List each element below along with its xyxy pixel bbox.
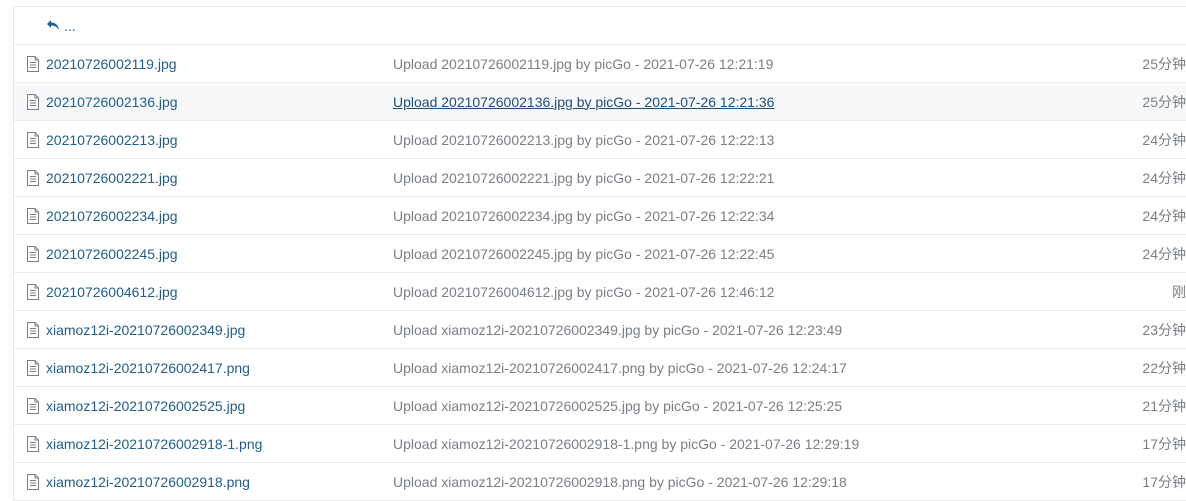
commit-message-link[interactable]: Upload 20210726004612.jpg by picGo - 202… [393,284,774,300]
file-name-cell: 20210726002119.jpg [26,55,386,72]
file-name-cell: 20210726002213.jpg [26,131,386,148]
file-text-icon [26,435,40,452]
commit-age: 25分钟 [1142,55,1186,72]
file-name-link[interactable]: 20210726002245.jpg [46,246,178,262]
commit-age: 24分钟 [1142,207,1186,224]
file-list: ... 20210726002119.jpg Upload 2021072600… [13,6,1186,501]
file-row[interactable]: xiamoz12i-20210726002525.jpg Upload xiam… [14,387,1186,425]
commit-age: 24分钟 [1142,169,1186,186]
file-name-link[interactable]: xiamoz12i-20210726002349.jpg [46,322,245,338]
file-text-icon [26,321,40,338]
commit-message-cell: Upload 20210726004612.jpg by picGo - 202… [393,284,1093,300]
commit-message-link[interactable]: Upload 20210726002221.jpg by picGo - 202… [393,170,774,186]
file-name-link[interactable]: xiamoz12i-20210726002918-1.png [46,436,262,452]
file-name-link[interactable]: xiamoz12i-20210726002918.png [46,474,250,490]
parent-directory-link[interactable]: ... [46,18,76,34]
file-name-link[interactable]: xiamoz12i-20210726002417.png [46,360,250,376]
file-row[interactable]: 20210726002213.jpg Upload 20210726002213… [14,121,1186,159]
file-name-cell: 20210726002221.jpg [26,169,386,186]
file-name-cell: 20210726002245.jpg [26,245,386,262]
file-name-link[interactable]: 20210726002119.jpg [46,56,177,72]
file-name-cell: xiamoz12i-20210726002918-1.png [26,435,386,452]
file-row[interactable]: 20210726002245.jpg Upload 20210726002245… [14,235,1186,273]
file-name-cell: 20210726004612.jpg [26,283,386,300]
commit-message-cell: Upload 20210726002136.jpg by picGo - 202… [393,94,1093,110]
file-row[interactable]: xiamoz12i-20210726002918.png Upload xiam… [14,463,1186,501]
commit-age: 23分钟 [1142,321,1186,338]
commit-message-link[interactable]: Upload xiamoz12i-20210726002918-1.png by… [393,436,859,452]
file-row[interactable]: xiamoz12i-20210726002417.png Upload xiam… [14,349,1186,387]
commit-message-link[interactable]: Upload 20210726002119.jpg by picGo - 202… [393,56,773,72]
file-row[interactable]: 20210726002221.jpg Upload 20210726002221… [14,159,1186,197]
commit-age: 17分钟 [1142,473,1186,490]
file-text-icon [26,207,40,224]
file-row[interactable]: 20210726002234.jpg Upload 20210726002234… [14,197,1186,235]
commit-message-link[interactable]: Upload 20210726002136.jpg by picGo - 202… [393,94,774,110]
file-text-icon [26,397,40,414]
commit-message-cell: Upload 20210726002221.jpg by picGo - 202… [393,170,1093,186]
file-name-link[interactable]: 20210726002136.jpg [46,94,178,110]
file-name-cell: xiamoz12i-20210726002525.jpg [26,397,386,414]
commit-message-link[interactable]: Upload xiamoz12i-20210726002525.jpg by p… [393,398,842,414]
file-text-icon [26,131,40,148]
file-name-cell: xiamoz12i-20210726002918.png [26,473,386,490]
commit-message-link[interactable]: Upload xiamoz12i-20210726002918.png by p… [393,474,847,490]
commit-message-cell: Upload xiamoz12i-20210726002918.png by p… [393,474,1093,490]
commit-message-link[interactable]: Upload xiamoz12i-20210726002349.jpg by p… [393,322,842,338]
file-text-icon [26,55,40,72]
file-name-link[interactable]: 20210726004612.jpg [46,284,178,300]
commit-age: 17分钟 [1142,435,1186,452]
file-text-icon [26,245,40,262]
file-name-cell: 20210726002136.jpg [26,93,386,110]
file-text-icon [26,473,40,490]
commit-message-cell: Upload xiamoz12i-20210726002525.jpg by p… [393,398,1093,414]
commit-age: 24分钟 [1142,131,1186,148]
file-text-icon [26,93,40,110]
file-row[interactable]: xiamoz12i-20210726002349.jpg Upload xiam… [14,311,1186,349]
commit-message-link[interactable]: Upload xiamoz12i-20210726002417.png by p… [393,360,847,376]
commit-message-link[interactable]: Upload 20210726002245.jpg by picGo - 202… [393,246,774,262]
file-row[interactable]: xiamoz12i-20210726002918-1.png Upload xi… [14,425,1186,463]
file-text-icon [26,283,40,300]
parent-directory-row[interactable]: ... [14,7,1186,45]
commit-message-cell: Upload 20210726002245.jpg by picGo - 202… [393,246,1093,262]
file-name-link[interactable]: 20210726002234.jpg [46,208,178,224]
commit-age: 22分钟 [1142,359,1186,376]
commit-message-cell: Upload xiamoz12i-20210726002417.png by p… [393,360,1093,376]
file-text-icon [26,359,40,376]
reply-arrow-icon [46,18,64,34]
file-name-link[interactable]: 20210726002221.jpg [46,170,178,186]
commit-age: 25分钟 [1142,93,1186,110]
file-name-cell: 20210726002234.jpg [26,207,386,224]
commit-message-cell: Upload xiamoz12i-20210726002918-1.png by… [393,436,1093,452]
file-name-cell: xiamoz12i-20210726002349.jpg [26,321,386,338]
commit-message-cell: Upload 20210726002234.jpg by picGo - 202… [393,208,1093,224]
file-text-icon [26,169,40,186]
commit-message-cell: Upload xiamoz12i-20210726002349.jpg by p… [393,322,1093,338]
commit-age: 21分钟 [1142,397,1186,414]
file-name-link[interactable]: xiamoz12i-20210726002525.jpg [46,398,245,414]
commit-message-cell: Upload 20210726002119.jpg by picGo - 202… [393,56,1093,72]
commit-message-link[interactable]: Upload 20210726002234.jpg by picGo - 202… [393,208,774,224]
commit-age: 24分钟 [1142,245,1186,262]
file-row[interactable]: 20210726002119.jpg Upload 20210726002119… [14,45,1186,83]
file-name-link[interactable]: 20210726002213.jpg [46,132,178,148]
commit-age: 刚 [1172,283,1186,300]
file-row[interactable]: 20210726004612.jpg Upload 20210726004612… [14,273,1186,311]
parent-directory-label: ... [64,17,76,34]
file-row[interactable]: 20210726002136.jpg Upload 20210726002136… [14,83,1186,121]
commit-message-link[interactable]: Upload 20210726002213.jpg by picGo - 202… [393,132,774,148]
file-name-cell: xiamoz12i-20210726002417.png [26,359,386,376]
commit-message-cell: Upload 20210726002213.jpg by picGo - 202… [393,132,1093,148]
